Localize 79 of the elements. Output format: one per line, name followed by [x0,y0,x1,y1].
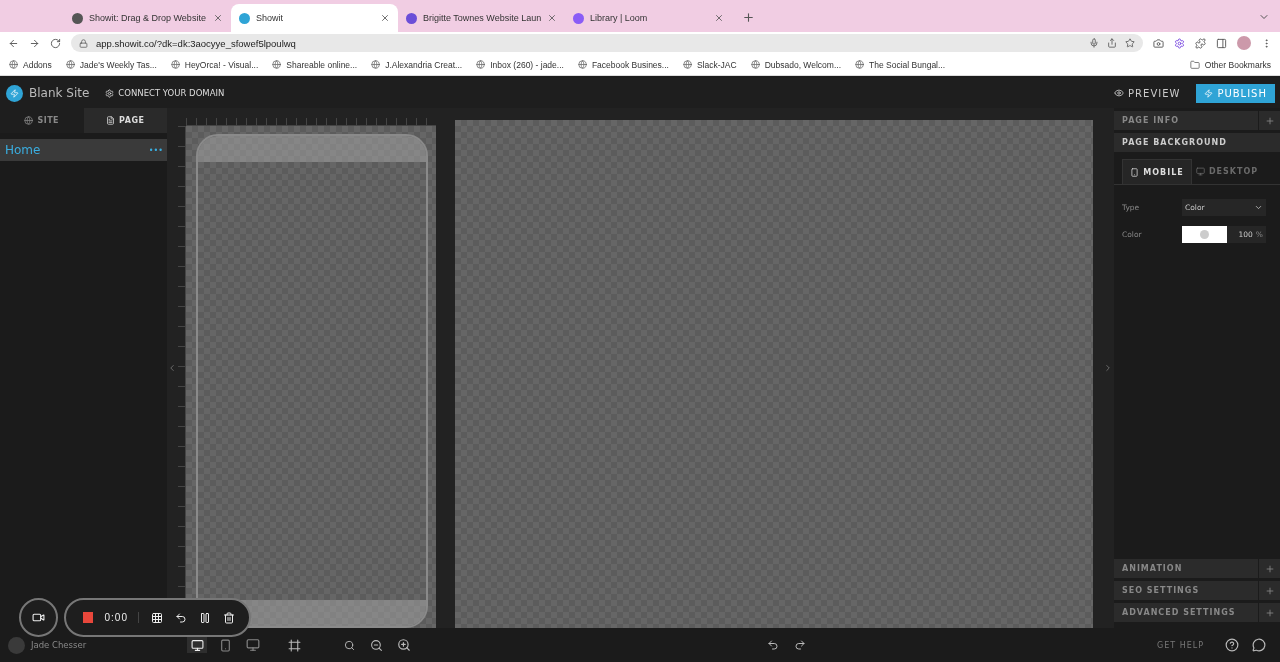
side-panel-icon[interactable] [1216,37,1227,49]
avatar[interactable] [1237,36,1251,50]
monitor-icon [1195,167,1205,176]
get-help-link[interactable]: GET HELP [1156,640,1204,650]
bookmark[interactable]: Shareable online... [272,59,358,70]
lock-icon [79,38,88,48]
desktop-mobile-icon[interactable] [187,637,207,653]
more-menu[interactable]: ••• [148,145,163,155]
close-icon[interactable] [547,13,558,23]
bookmark[interactable]: Inbox (260) - jade... [476,59,564,70]
globe-icon [577,60,587,69]
bookmark[interactable]: J.Alexandria Creat... [371,59,463,70]
other-bookmarks[interactable]: Other Bookmarks [1189,59,1271,70]
favicon-icon [573,12,584,24]
close-icon[interactable] [714,13,724,23]
share-icon[interactable] [1107,38,1117,48]
undo-icon[interactable] [175,611,187,624]
sidebar-tab[interactable]: PAGE [83,108,167,133]
favicon-icon [239,12,250,24]
bookmark[interactable]: The Social Bungal... [855,59,946,70]
phone-icon [1130,167,1140,177]
bookmark[interactable]: Slack-JAC [682,59,737,70]
recording-time: 0:00 [104,612,139,623]
favicon-icon [406,12,417,24]
globe-icon [9,60,18,69]
globe-icon [750,60,760,69]
microphone-icon[interactable] [1089,38,1099,48]
page-item[interactable]: Home ••• [0,139,167,161]
document-icon [106,116,116,125]
section-header[interactable]: ADVANCED SETTINGS [1114,603,1280,622]
forward-icon[interactable] [29,37,40,49]
globe-icon [24,116,34,125]
star-icon[interactable] [1125,38,1135,48]
bookmark[interactable]: Facebook Busines... [577,59,669,70]
pause-icon[interactable] [199,611,211,624]
device-tab[interactable]: MOBILE [1122,159,1192,184]
caret-icon [1254,203,1263,212]
puzzle-icon[interactable] [1195,37,1206,49]
section-header[interactable]: PAGE INFO [1114,111,1280,130]
globe-icon [170,60,180,69]
grid-icon[interactable] [151,611,163,624]
section-header[interactable]: SEO SETTINGS [1114,581,1280,600]
browser-tab[interactable]: Library | Loom [565,4,732,32]
browser-tab[interactable]: Showit: Drag & Drop Website [64,4,231,32]
globe-icon [476,60,486,69]
section-header[interactable]: ANIMATION [1114,559,1280,578]
eye-icon [1114,88,1125,98]
video-camera-icon [32,611,45,624]
close-icon[interactable] [213,13,223,23]
back-icon[interactable] [8,37,19,49]
close-icon[interactable] [380,13,390,23]
site-name: Blank Site [29,86,90,100]
new-tab-icon[interactable] [742,11,755,24]
favicon-icon [72,12,83,24]
lightning-icon [1204,88,1214,98]
globe-icon [371,60,381,69]
preview-button[interactable]: PREVIEW [1114,87,1181,99]
globe-icon [682,60,692,69]
globe-icon [855,60,864,69]
logo-icon [6,84,23,102]
bookmark[interactable]: Jade's Weekly Tas... [65,59,157,70]
connect-domain-link[interactable]: CONNECT YOUR DOMAIN [105,88,225,98]
bookmark[interactable]: HeyOrca! - Visual... [170,59,259,70]
bookmark[interactable]: Dubsado, Welcom... [750,59,841,70]
browser-tab[interactable]: Showit [231,4,398,32]
avatar [8,636,25,654]
reload-icon[interactable] [50,37,61,49]
section-header[interactable]: PAGE BACKGROUND [1114,133,1280,152]
bookmark[interactable]: Addons [9,59,52,70]
camera-icon[interactable] [1153,37,1164,49]
trash-icon[interactable] [223,611,235,624]
globe-icon [65,60,75,69]
address-bar[interactable]: app.showit.co/?dk=dk:3aocyye_sfowef5lpoulwq [71,34,1143,52]
globe-icon [272,60,282,69]
user-name: Jade Chesser [31,640,88,650]
gear-icon [105,88,115,98]
color-swatch[interactable] [1182,226,1227,243]
folder-icon [1189,59,1200,70]
browser-tab[interactable]: Brigitte Townes Website Laun [398,4,565,32]
